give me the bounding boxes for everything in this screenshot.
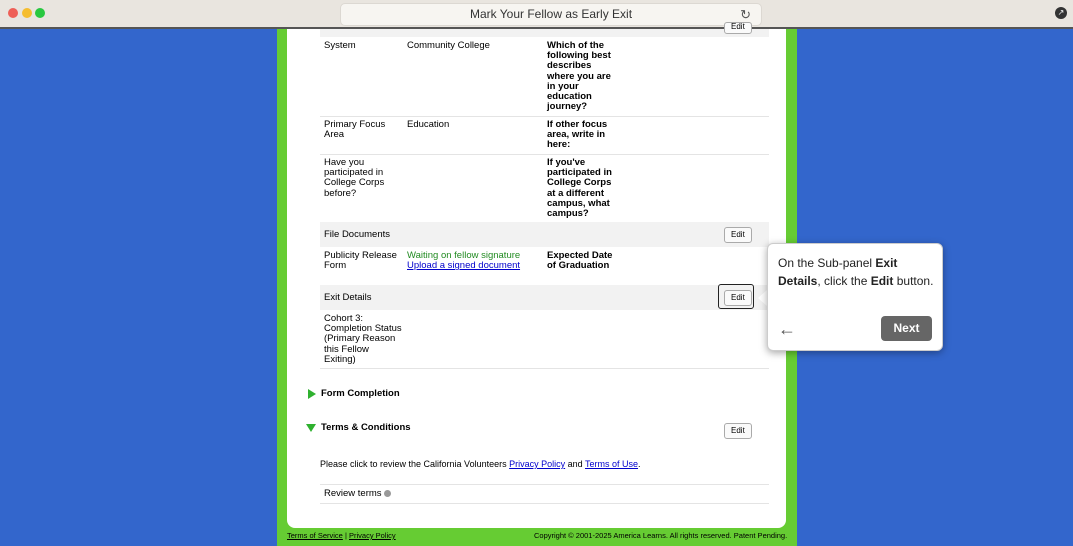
terms-text-and: and	[567, 459, 583, 469]
tooltip-pointer	[758, 290, 767, 306]
upload-signed-document-link[interactable]: Upload a signed document	[407, 260, 520, 271]
enrollment-edit-button[interactable]: Edit	[724, 22, 752, 34]
exit-details-section-header: Exit Details Edit	[320, 285, 769, 310]
enrollment-row-system: System Community College Which of the fo…	[320, 37, 769, 117]
row-label: System	[324, 40, 356, 51]
exit-details-row: Cohort 3: Completion Status (Primary Rea…	[320, 311, 769, 369]
next-button[interactable]: Next	[881, 316, 932, 341]
window-title: Mark Your Fellow as Early Exit	[469, 7, 633, 21]
row-question: Which of the following best describes wh…	[547, 40, 611, 113]
enrollment-section-header: Edit	[320, 22, 769, 37]
form-completion-title[interactable]: Form Completion	[321, 388, 400, 399]
enrollment-row-focus-area: Primary Focus Area Education If other fo…	[320, 117, 769, 155]
review-terms-text: Review terms	[324, 488, 382, 499]
minimize-window-button[interactable]	[22, 8, 32, 18]
row-question: If other focus area, write in here:	[547, 119, 608, 151]
row-label: Cohort 3: Completion Status (Primary Rea…	[324, 313, 402, 365]
edit-button-highlight	[718, 284, 754, 309]
file-documents-row: Publicity Release Form Waiting on fellow…	[320, 248, 769, 284]
row-value: Education	[407, 119, 450, 130]
enrollment-row-participated: Have you participated in College Corps b…	[320, 155, 769, 221]
row-value: Waiting on fellow signature Upload a sig…	[407, 250, 542, 271]
expand-arrow-icon[interactable]	[308, 389, 316, 399]
section-title: Exit Details	[324, 292, 372, 303]
privacy-policy-link[interactable]: Privacy Policy	[509, 459, 565, 469]
row-label: Publicity Release Form	[324, 250, 397, 272]
row-label: Have you participated in College Corps b…	[324, 157, 385, 199]
file-documents-edit-button[interactable]: Edit	[724, 227, 752, 243]
tooltip-text-1: On the Sub-panel	[778, 256, 873, 270]
address-bar[interactable]: Mark Your Fellow as Early Exit ↻	[340, 3, 762, 26]
row-value: Community College	[407, 40, 490, 51]
copyright-text: Copyright © 2001-2025 America Learns. Al…	[534, 531, 788, 540]
footer-left: Terms of Service | Privacy Policy	[287, 531, 396, 540]
row-question: If you've participated in College Corps …	[547, 157, 612, 220]
tooltip-text: On the Sub-panel Exit Details, click the…	[778, 254, 936, 290]
footer-privacy-policy-link[interactable]: Privacy Policy	[349, 531, 396, 540]
help-icon[interactable]	[384, 489, 392, 497]
collapse-arrow-icon[interactable]	[306, 424, 316, 432]
terms-text-period: .	[638, 459, 641, 469]
maximize-window-button[interactable]	[35, 8, 45, 18]
close-window-button[interactable]	[8, 8, 18, 18]
tooltip-text-3: button.	[896, 274, 934, 288]
section-title: File Documents	[324, 229, 390, 240]
terms-of-service-link[interactable]: Terms of Service	[287, 531, 343, 540]
review-terms-row: Review terms	[320, 484, 769, 504]
terms-text: Please click to review the California Vo…	[320, 459, 641, 469]
window-titlebar: Mark Your Fellow as Early Exit ↻ ↗	[0, 0, 1073, 29]
tooltip-bold-2: Edit	[870, 274, 894, 288]
tooltip-text-2: , click the	[817, 274, 868, 288]
terms-title[interactable]: Terms & Conditions	[321, 422, 411, 433]
terms-text-prefix: Please click to review the California Vo…	[320, 459, 507, 469]
extension-icon[interactable]: ↗	[1055, 7, 1067, 19]
file-documents-section-header: File Documents Edit	[320, 222, 769, 247]
guide-tooltip: On the Sub-panel Exit Details, click the…	[767, 243, 943, 351]
arrow-left-icon[interactable]: ←	[778, 319, 796, 340]
terms-edit-button[interactable]: Edit	[724, 423, 752, 439]
terms-of-use-link[interactable]: Terms of Use	[585, 459, 638, 469]
review-terms-label: Review terms	[324, 488, 444, 499]
footer-separator: |	[344, 531, 347, 540]
row-question: Expected Date of Graduation	[547, 250, 613, 272]
row-label: Primary Focus Area	[324, 119, 386, 141]
